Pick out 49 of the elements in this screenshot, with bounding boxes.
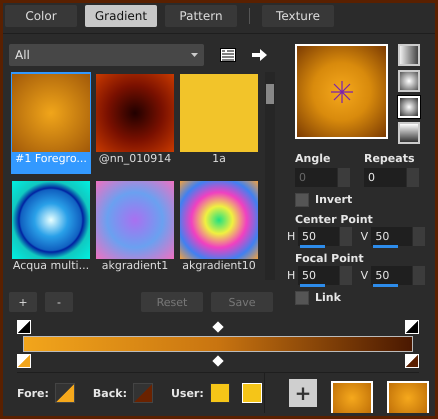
field-label: Repeats [364,152,416,166]
list-icon[interactable] [220,48,236,62]
list-action-button[interactable]: + [9,292,37,312]
center-marker-icon[interactable] [330,80,352,102]
field-label: H [287,230,295,243]
gradient-style-button[interactable] [398,70,420,92]
arrow-right-icon[interactable] [252,48,268,62]
gradient-thumbnail[interactable] [331,381,373,413]
user-swatch[interactable] [210,383,230,403]
gradient-style-button[interactable] [398,44,420,66]
section-label: Center Point [295,213,374,227]
midpoint-handle[interactable] [212,321,224,333]
gradient-thumbnail[interactable] [387,381,429,413]
list-action-button[interactable]: - [45,292,73,312]
category-dropdown[interactable]: All [9,44,204,66]
checkbox-label: Link [315,291,341,305]
back-swatch[interactable] [132,383,153,403]
swatch-label: Fore: [17,386,49,400]
checkbox[interactable] [295,193,309,207]
caret-icon [191,53,198,57]
scrollbar[interactable] [265,72,275,280]
field-label: H [287,269,295,282]
spin-field[interactable]: 0 [364,168,419,187]
field-label: Angle [295,152,332,166]
fore-swatch[interactable] [54,383,75,403]
checkbox[interactable] [295,291,309,305]
spin-field[interactable]: 50 [298,266,352,285]
color-stop-icon[interactable] [17,354,31,368]
spin-field[interactable]: 50 [298,227,352,246]
gradient-bar[interactable] [23,336,413,352]
midpoint-handle[interactable] [212,355,224,367]
tab[interactable]: Pattern [165,5,237,27]
checkbox-label: Invert [315,193,352,207]
gradient-style-button[interactable] [398,122,420,144]
field-label: V [360,269,368,282]
section-label: Focal Point [295,252,365,266]
opacity-stop-icon[interactable] [405,320,419,334]
tab[interactable]: Gradient [85,5,157,27]
opacity-stop-icon[interactable] [17,320,31,334]
gradient-preview[interactable] [295,44,388,139]
field-label: V [360,230,368,243]
tab[interactable]: Color [5,5,77,27]
add-button[interactable]: + [289,379,317,407]
color-stop-icon[interactable] [405,354,419,368]
swatch-label: User: [170,386,204,400]
spin-field[interactable]: 50 [371,227,426,246]
swatch-label: Back: [92,386,127,400]
spin-field[interactable]: 50 [371,266,426,285]
tab[interactable]: Texture [262,5,334,27]
